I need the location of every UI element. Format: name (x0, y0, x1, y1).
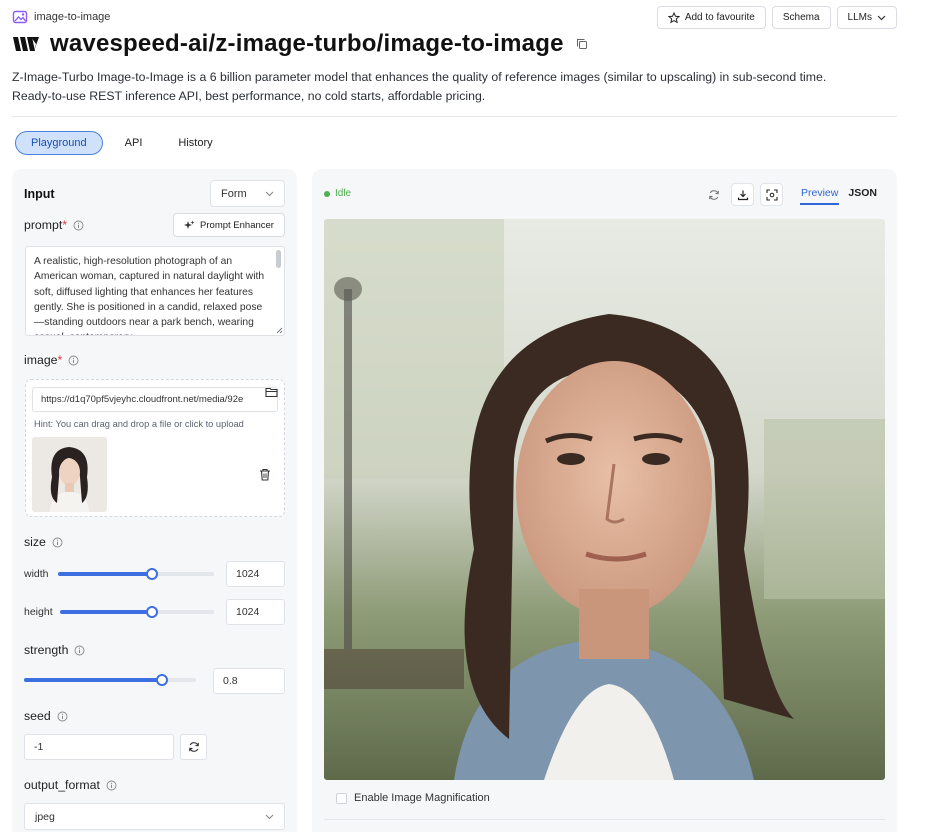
randomize-seed-button[interactable] (180, 734, 207, 760)
magnification-checkbox[interactable] (336, 792, 347, 804)
strength-slider[interactable] (24, 674, 196, 686)
trash-icon[interactable] (259, 468, 271, 481)
image-label: image* (24, 353, 79, 367)
tab-json[interactable]: JSON (847, 187, 878, 205)
tab-playground[interactable]: Playground (15, 131, 103, 155)
upload-hint: Hint: You can drag and drop a file or cl… (34, 419, 244, 429)
top-actions: Add to favourite Schema LLMs (656, 6, 897, 29)
star-icon (667, 11, 680, 23)
chevron-down-icon (265, 814, 274, 819)
height-slider-fill (60, 610, 153, 614)
download-icon (737, 190, 748, 200)
width-label: width (24, 568, 49, 580)
input-panel: Input Form prompt* Prompt Enhancer A rea… (12, 169, 297, 832)
tab-api[interactable]: API (111, 131, 157, 155)
width-input[interactable]: 1024 (226, 561, 285, 587)
output-format-label: output_format (24, 778, 117, 792)
tab-preview[interactable]: Preview (800, 187, 840, 205)
seed-label: seed (24, 709, 68, 723)
height-input[interactable]: 1024 (226, 599, 285, 625)
strength-input[interactable]: 0.8 (213, 668, 285, 694)
divider (324, 819, 885, 820)
output-panel: Idle Preview JSON Enable Image Magnifica… (312, 169, 897, 832)
strength-label: strength (24, 643, 85, 657)
input-heading: Input (24, 187, 55, 201)
scan-icon (765, 188, 778, 201)
strength-slider-fill (24, 678, 162, 682)
breadcrumb: image-to-image (12, 9, 110, 25)
output-toolbar (702, 183, 783, 206)
width-slider-handle[interactable] (145, 568, 158, 580)
size-label: size (24, 535, 63, 549)
view-tabs: Preview JSON (800, 187, 878, 205)
add-to-favourite-button[interactable]: Add to favourite (656, 6, 766, 29)
seed-input[interactable]: -1 (24, 734, 174, 760)
image-dropzone[interactable]: https://d1q70pf5vjeyhc.cloudfront.net/me… (25, 379, 285, 517)
chevron-down-icon (877, 15, 886, 20)
refresh-icon (188, 742, 199, 752)
height-slider-handle[interactable] (146, 606, 159, 618)
schema-button[interactable]: Schema (771, 6, 831, 29)
height-row: height 1024 (24, 599, 286, 625)
fullscreen-button[interactable] (760, 183, 783, 206)
width-row: width 1024 (24, 561, 286, 587)
height-slider[interactable] (60, 606, 214, 618)
wavespeed-logo-icon (13, 37, 39, 51)
image-url-input[interactable]: https://d1q70pf5vjeyhc.cloudfront.net/me… (32, 387, 278, 412)
status-dot (324, 190, 330, 197)
output-image[interactable] (324, 219, 885, 780)
info-icon (52, 537, 63, 547)
scrollbar[interactable] (276, 250, 281, 268)
folder-icon[interactable] (265, 386, 278, 398)
regenerate-button[interactable] (702, 183, 725, 206)
divider (12, 116, 897, 117)
prompt-enhancer-button[interactable]: Prompt Enhancer (173, 213, 285, 237)
resize-grip-icon[interactable] (275, 326, 283, 334)
download-button[interactable] (731, 183, 754, 206)
portrait-photo-icon (324, 219, 885, 780)
tab-history[interactable]: History (164, 131, 226, 155)
page-title: wavespeed-ai/z-image-turbo/image-to-imag… (50, 30, 564, 57)
strength-row: 0.8 (24, 667, 286, 694)
info-icon (106, 780, 117, 790)
status-badge: Idle (324, 188, 351, 199)
mode-select[interactable]: Form (210, 180, 285, 207)
info-icon (73, 220, 84, 230)
strength-slider-handle[interactable] (155, 674, 168, 686)
llms-dropdown[interactable]: LLMs (836, 6, 897, 29)
output-format-select[interactable]: jpeg (24, 803, 285, 830)
info-icon (74, 645, 85, 655)
main-tabs: Playground API History (15, 131, 227, 155)
sparkle-icon (184, 220, 195, 229)
copy-icon[interactable] (576, 38, 588, 50)
info-icon (68, 355, 79, 365)
width-slider-fill (58, 572, 152, 576)
thumbnail-portrait-icon (32, 437, 107, 512)
image-icon (12, 10, 28, 24)
reference-image-thumbnail[interactable] (32, 437, 107, 512)
chevron-down-icon (265, 191, 274, 196)
height-label: height (24, 606, 53, 618)
breadcrumb-label: image-to-image (34, 11, 111, 23)
width-slider[interactable] (58, 568, 214, 580)
info-icon (57, 711, 68, 721)
magnification-toggle[interactable]: Enable Image Magnification (336, 792, 490, 804)
page-description: Z-Image-Turbo Image-to-Image is a 6 bill… (12, 70, 827, 103)
refresh-icon (708, 189, 719, 200)
title-row: wavespeed-ai/z-image-turbo/image-to-imag… (12, 30, 588, 58)
prompt-textarea[interactable]: A realistic, high-resolution photograph … (25, 246, 285, 336)
prompt-label: prompt* (24, 218, 84, 232)
